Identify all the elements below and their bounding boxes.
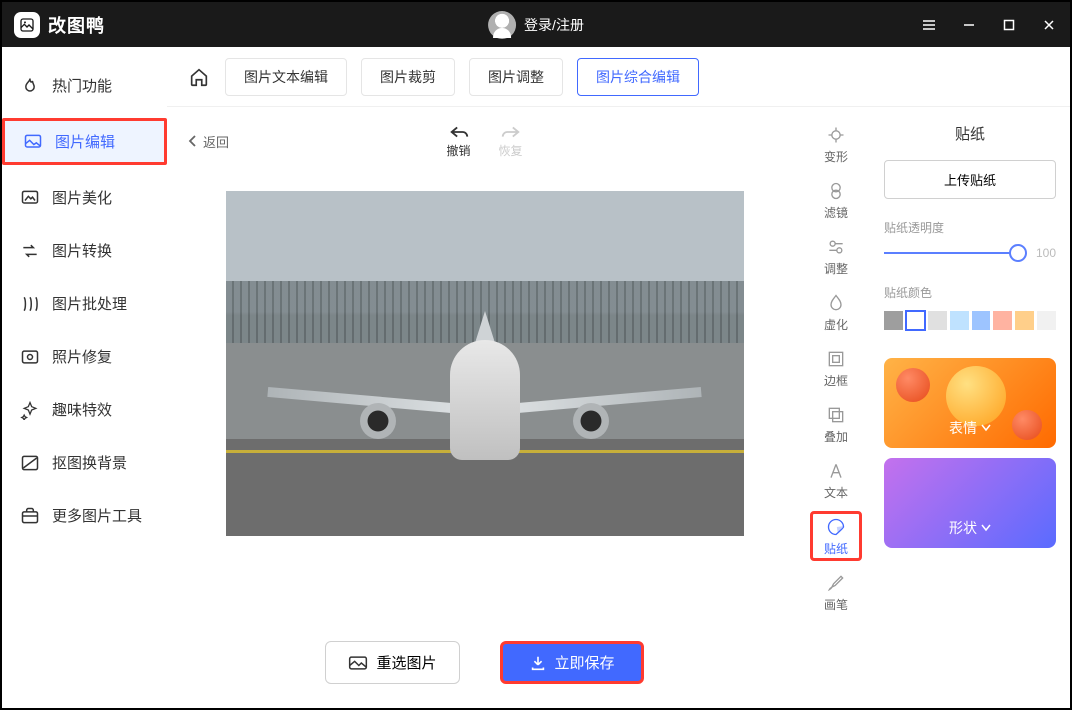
sidebar-item-cutout[interactable]: 抠图换背景 [2, 442, 167, 483]
reselect-label: 重选图片 [376, 652, 436, 673]
color-swatch[interactable] [993, 311, 1012, 330]
tool-blur[interactable]: 虚化 [810, 287, 862, 337]
sidebar-item-batch[interactable]: 图片批处理 [2, 283, 167, 324]
sticker-category-shape[interactable]: 形状 [884, 458, 1056, 548]
transform-icon [825, 124, 847, 146]
border-icon [825, 348, 847, 370]
back-button[interactable]: 返回 [187, 132, 229, 151]
tab-composite[interactable]: 图片综合编辑 [577, 58, 699, 96]
color-swatch[interactable] [950, 311, 969, 330]
tool-brush[interactable]: 画笔 [810, 567, 862, 617]
sidebar-item-convert[interactable]: 图片转换 [2, 230, 167, 271]
tool-overlay[interactable]: 叠加 [810, 399, 862, 449]
titlebar: 改图鸭 登录/注册 [2, 2, 1070, 47]
sidebar-item-label: 图片美化 [52, 187, 112, 208]
sidebar-item-hot[interactable]: 热门功能 [2, 65, 167, 106]
sticker-panel: 贴纸 上传贴纸 贴纸透明度 100 贴纸颜色 [870, 107, 1070, 708]
panel-title: 贴纸 [884, 123, 1056, 144]
sidebar-item-edit[interactable]: 图片编辑 [2, 118, 167, 165]
upload-sticker-button[interactable]: 上传贴纸 [884, 160, 1056, 199]
save-button[interactable]: 立即保存 [500, 641, 644, 684]
sidebar-item-label: 热门功能 [52, 75, 112, 96]
sidebar-item-label: 更多图片工具 [52, 505, 142, 526]
text-icon [825, 460, 847, 482]
app-title: 改图鸭 [48, 12, 105, 38]
opacity-label: 贴纸透明度 [884, 219, 1056, 236]
menu-icon[interactable] [920, 16, 938, 34]
batch-icon [20, 294, 40, 314]
blur-icon [825, 292, 847, 314]
sidebar-item-label: 图片转换 [52, 240, 112, 261]
reselect-button[interactable]: 重选图片 [325, 641, 459, 684]
app-logo [14, 12, 40, 38]
color-label: 贴纸颜色 [884, 284, 1056, 301]
sidebar-item-label: 趣味特效 [52, 399, 112, 420]
tab-text-edit[interactable]: 图片文本编辑 [225, 58, 347, 96]
toolbox-icon [20, 506, 40, 526]
tool-sticker[interactable]: 贴纸 [810, 511, 862, 561]
repair-icon [20, 347, 40, 367]
color-swatch[interactable] [972, 311, 991, 330]
sidebar-item-more[interactable]: 更多图片工具 [2, 495, 167, 536]
sidebar: 热门功能 图片编辑 图片美化 图片转换 图片批处理 照片修复 趣味特效 抠图换 [2, 47, 167, 708]
tool-adjust[interactable]: 调整 [810, 231, 862, 281]
sticker-category-emoji[interactable]: 表情 [884, 358, 1056, 448]
tab-adjust[interactable]: 图片调整 [469, 58, 563, 96]
minimize-icon[interactable] [960, 16, 978, 34]
toolstrip: 变形 滤镜 调整 虚化 边框 叠加 文本 贴纸 画笔 [802, 107, 870, 708]
undo-button[interactable]: 撤销 [446, 124, 470, 159]
sidebar-item-label: 抠图换背景 [52, 452, 127, 473]
close-icon[interactable] [1040, 16, 1058, 34]
brush-icon [825, 572, 847, 594]
fire-icon [20, 76, 40, 96]
home-button[interactable] [187, 65, 211, 89]
convert-icon [20, 241, 40, 261]
opacity-slider[interactable] [884, 252, 1018, 254]
tab-crop[interactable]: 图片裁剪 [361, 58, 455, 96]
avatar[interactable] [488, 11, 516, 39]
color-swatch[interactable] [1037, 311, 1056, 330]
color-swatch[interactable] [884, 311, 903, 330]
adjust-icon [825, 236, 847, 258]
redo-button[interactable]: 恢复 [499, 124, 523, 159]
overlay-icon [825, 404, 847, 426]
filter-icon [825, 180, 847, 202]
tool-text[interactable]: 文本 [810, 455, 862, 505]
cutout-icon [20, 453, 40, 473]
tool-filter[interactable]: 滤镜 [810, 175, 862, 225]
image-edit-icon [23, 132, 43, 152]
sidebar-item-label: 图片批处理 [52, 293, 127, 314]
tool-border[interactable]: 边框 [810, 343, 862, 393]
redo-label: 恢复 [499, 142, 523, 159]
undo-label: 撤销 [446, 142, 470, 159]
sidebar-item-effects[interactable]: 趣味特效 [2, 389, 167, 430]
opacity-value: 100 [1026, 246, 1056, 260]
sticker-icon [825, 516, 847, 538]
maximize-icon[interactable] [1000, 16, 1018, 34]
save-label: 立即保存 [555, 652, 615, 673]
beautify-icon [20, 188, 40, 208]
color-swatch[interactable] [928, 311, 947, 330]
login-button[interactable]: 登录/注册 [524, 15, 584, 35]
back-label: 返回 [203, 132, 229, 151]
canvas-image[interactable] [226, 191, 744, 536]
sidebar-item-repair[interactable]: 照片修复 [2, 336, 167, 377]
sidebar-item-beautify[interactable]: 图片美化 [2, 177, 167, 218]
sidebar-item-label: 图片编辑 [55, 131, 115, 152]
color-swatches [884, 311, 1056, 330]
color-swatch[interactable] [1015, 311, 1034, 330]
color-swatch[interactable] [906, 311, 925, 330]
top-tabs: 图片文本编辑 图片裁剪 图片调整 图片综合编辑 [167, 47, 1070, 107]
tool-transform[interactable]: 变形 [810, 119, 862, 169]
sparkle-icon [20, 400, 40, 420]
sidebar-item-label: 照片修复 [52, 346, 112, 367]
